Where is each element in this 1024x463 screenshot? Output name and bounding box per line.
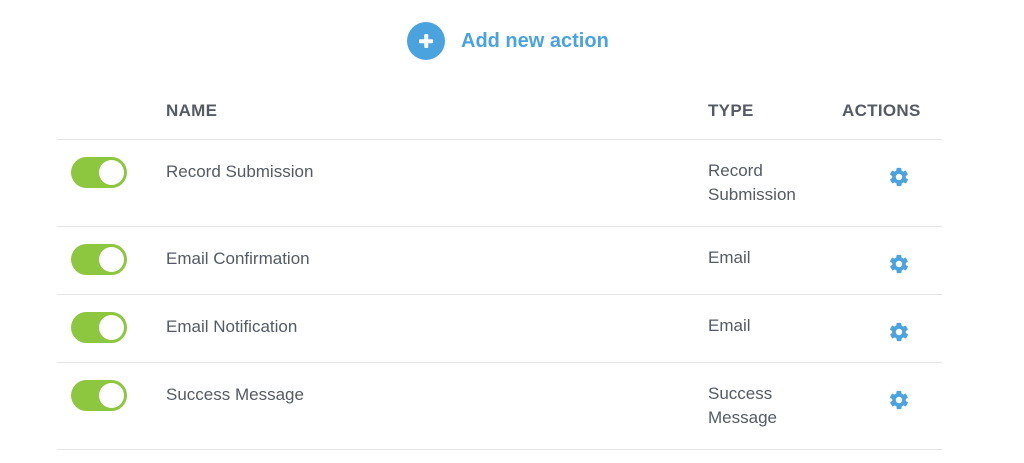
add-new-action-button[interactable]: Add new action	[407, 22, 609, 60]
action-type: Email	[708, 316, 751, 335]
actions-table: NAME TYPE ACTIONS Record Submission Reco…	[57, 86, 942, 450]
toggle-knob	[99, 160, 124, 185]
actions-page: Add new action NAME TYPE ACTIONS Record …	[0, 0, 1024, 463]
column-header-actions: ACTIONS	[842, 101, 921, 120]
table-row: Email Notification Email	[57, 295, 942, 363]
table-header: NAME TYPE ACTIONS	[57, 86, 942, 140]
table-row: Record Submission Record Submission	[57, 140, 942, 227]
plus-circle-icon[interactable]	[407, 22, 445, 60]
action-name: Success Message	[166, 385, 304, 404]
gear-icon[interactable]	[888, 253, 910, 275]
action-type: Success Message	[708, 384, 777, 427]
gear-icon[interactable]	[888, 321, 910, 343]
enable-toggle[interactable]	[71, 244, 127, 275]
enable-toggle[interactable]	[71, 157, 127, 188]
action-name: Record Submission	[166, 162, 314, 181]
action-name: Email Notification	[166, 317, 298, 336]
gear-icon[interactable]	[888, 166, 910, 188]
table-row: Email Confirmation Email	[57, 227, 942, 295]
toggle-knob	[99, 383, 124, 408]
enable-toggle[interactable]	[71, 380, 127, 411]
action-type: Email	[708, 248, 751, 267]
action-name: Email Confirmation	[166, 249, 310, 268]
toggle-knob	[99, 247, 124, 272]
column-header-type: TYPE	[708, 101, 754, 120]
column-header-name: NAME	[166, 101, 218, 120]
gear-icon[interactable]	[888, 389, 910, 411]
add-new-action-label[interactable]: Add new action	[461, 30, 609, 53]
table-row: Success Message Success Message	[57, 363, 942, 450]
enable-toggle[interactable]	[71, 312, 127, 343]
action-type: Record Submission	[708, 161, 796, 204]
toggle-knob	[99, 315, 124, 340]
